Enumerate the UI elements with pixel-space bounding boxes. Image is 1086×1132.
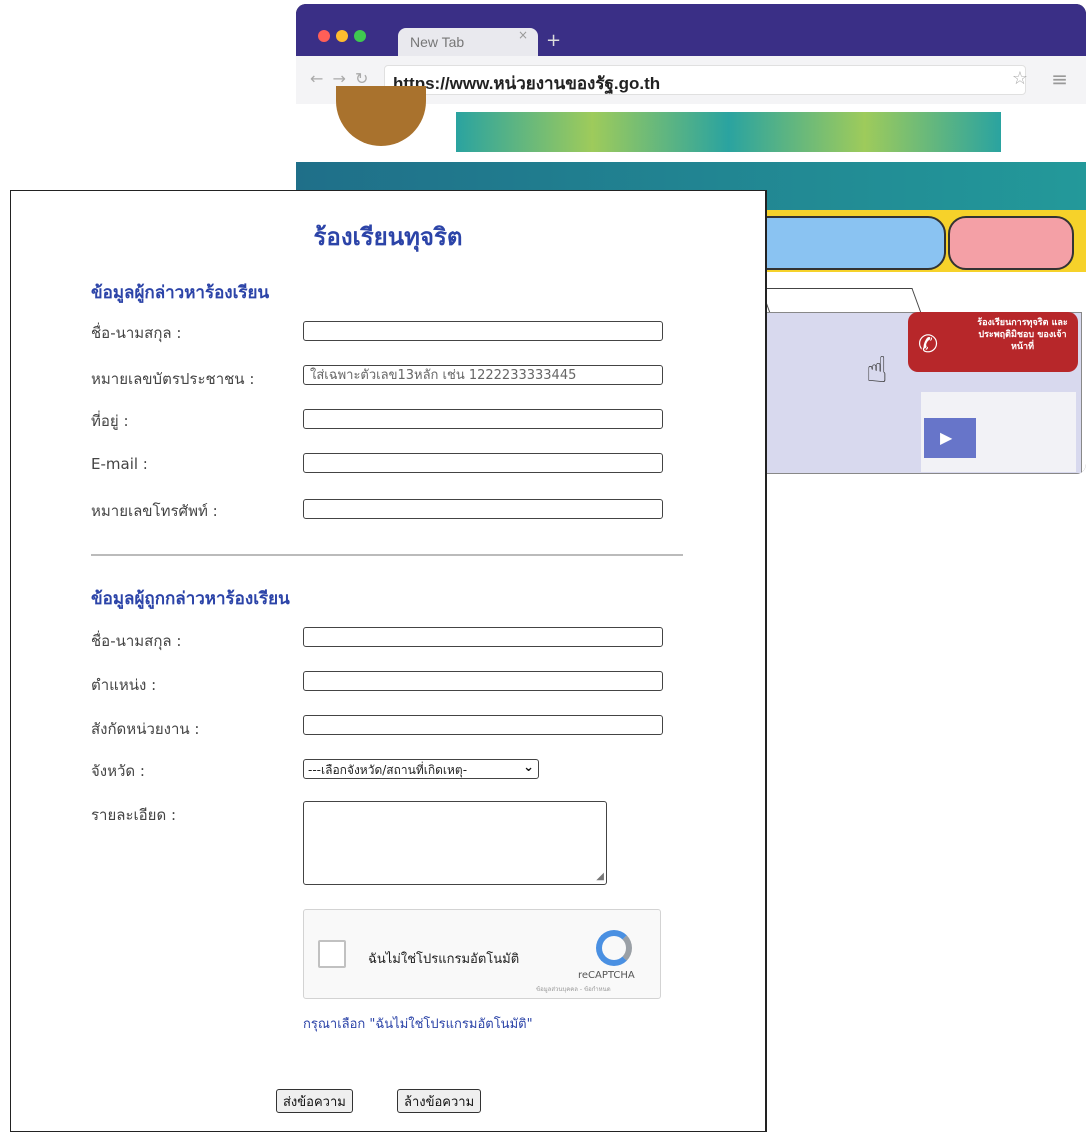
browser-titlebar: New Tab × +: [296, 4, 1086, 56]
recaptcha-label: ฉันไม่ใช่โปรแกรมอัตโนมัติ: [368, 952, 520, 967]
chevron-down-icon: ⌄: [523, 760, 534, 775]
url-field[interactable]: https://www.หน่วยงานของรัฐ.go.th: [384, 65, 1026, 95]
site-menu-pill-pink[interactable]: [948, 216, 1074, 270]
accused-agency-label: สังกัดหน่วยงาน :: [91, 720, 200, 738]
bookmark-star-icon[interactable]: ☆: [1012, 68, 1028, 89]
province-select[interactable]: ---เลือกจังหวัด/สถานที่เกิดเหตุ- ⌄: [303, 759, 539, 779]
recaptcha-links[interactable]: ข้อมูลส่วนบุคคล - ข้อกำหนด: [536, 984, 611, 994]
new-tab-icon[interactable]: +: [546, 30, 561, 51]
recaptcha-brand: reCAPTCHA: [578, 970, 635, 981]
complainant-name-input[interactable]: [303, 321, 663, 341]
phone-icon: ✆: [918, 330, 939, 358]
accused-agency-input[interactable]: [303, 715, 663, 735]
complaint-badge-label: ร้องเรียนการทุจริต และประพฤติมิชอบ ของเจ…: [977, 318, 1068, 352]
government-seal-logo: [336, 86, 426, 146]
reset-button[interactable]: ล้างข้อความ: [397, 1089, 482, 1113]
complaint-badge-button[interactable]: ✆ ร้องเรียนการทุจริต และประพฤติมิชอบ ของ…: [908, 312, 1078, 372]
submit-button[interactable]: ส่งข้อความ: [276, 1089, 353, 1113]
temple-skyline-banner: [456, 112, 1001, 152]
province-label: จังหวัด :: [91, 762, 145, 780]
recaptcha-widget: ฉันไม่ใช่โปรแกรมอัตโนมัติ reCAPTCHA ข้อม…: [303, 909, 661, 999]
recaptcha-checkbox[interactable]: [318, 940, 346, 968]
complainant-email-label: E-mail :: [91, 455, 148, 473]
complainant-id-input[interactable]: [303, 365, 663, 385]
site-banner: [296, 86, 1086, 162]
section-divider: [91, 554, 683, 556]
accused-name-label: ชื่อ-นามสกุล :: [91, 632, 182, 650]
accused-section-title: ข้อมูลผู้ถูกกล่าวหาร้องเรียน: [91, 589, 290, 609]
complainant-name-label: ชื่อ-นามสกุล :: [91, 324, 182, 342]
complainant-address-label: ที่อยู่ :: [91, 412, 129, 430]
recaptcha-logo-icon: [596, 930, 632, 966]
browser-tab[interactable]: New Tab ×: [398, 28, 538, 56]
complainant-email-input[interactable]: [303, 453, 663, 473]
accused-name-input[interactable]: [303, 627, 663, 647]
video-thumbnail[interactable]: ▶: [924, 418, 976, 458]
play-icon: ▶: [940, 428, 953, 447]
detail-textarea[interactable]: ◢: [303, 801, 607, 885]
complainant-phone-input[interactable]: [303, 499, 663, 519]
complainant-section-title: ข้อมูลผู้กล่าวหาร้องเรียน: [91, 283, 270, 303]
maximize-window-icon[interactable]: [354, 30, 366, 42]
close-window-icon[interactable]: [318, 30, 330, 42]
form-title: ร้องเรียนทุจริต: [313, 223, 463, 251]
tab-close-icon[interactable]: ×: [518, 28, 528, 42]
detail-label: รายละเอียด :: [91, 806, 177, 824]
complaint-form: ร้องเรียนทุจริต ข้อมูลผู้กล่าวหาร้องเรีย…: [10, 190, 767, 1132]
province-select-value: ---เลือกจังหวัด/สถานที่เกิดเหตุ-: [308, 763, 468, 777]
browser-menu-icon[interactable]: ≡: [1051, 67, 1068, 91]
complainant-address-input[interactable]: [303, 409, 663, 429]
pointing-hand-icon: ☝: [866, 350, 888, 391]
resize-grip-icon[interactable]: ◢: [596, 871, 604, 882]
site-menu-pill-blue[interactable]: [736, 216, 946, 270]
minimize-window-icon[interactable]: [336, 30, 348, 42]
url-text: https://www.หน่วยงานของรัฐ.go.th: [393, 74, 661, 93]
complainant-phone-label: หมายเลขโทรศัพท์ :: [91, 502, 218, 520]
accused-position-label: ตำแหน่ง :: [91, 676, 157, 694]
captcha-hint: กรุณาเลือก "ฉันไม่ใช่โปรแกรมอัตโนมัติ": [303, 1017, 533, 1032]
complainant-id-label: หมายเลขบัตรประชาชน :: [91, 370, 255, 388]
tab-title: New Tab: [410, 34, 465, 50]
accused-position-input[interactable]: [303, 671, 663, 691]
